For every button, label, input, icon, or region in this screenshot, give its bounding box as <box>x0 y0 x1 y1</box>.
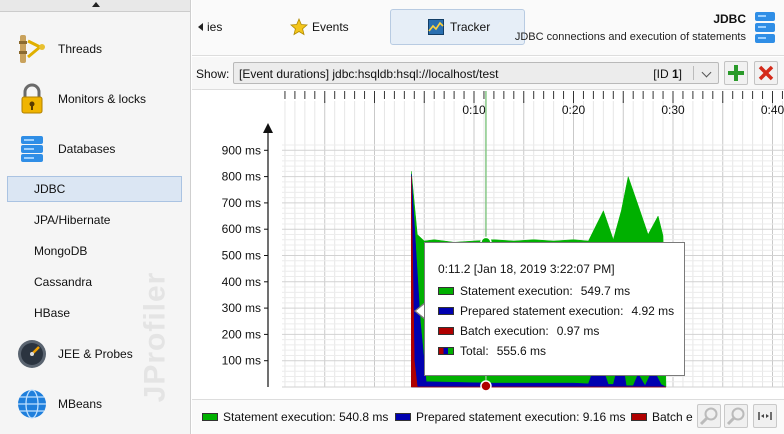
select-separator <box>693 66 694 80</box>
chart-legend: Statement execution: 540.8 ms Prepared s… <box>192 399 784 434</box>
chart-tooltip: 0:11.2 [Jan 18, 2019 3:22:07 PM] Stateme… <box>424 242 685 376</box>
tooltip-row-name: Statement execution: <box>460 284 573 298</box>
y-tick-label: 300 ms <box>222 301 261 315</box>
y-tick-label: 100 ms <box>222 354 261 368</box>
time-tick-label: 0:10 <box>462 103 486 117</box>
probe-select-id: [ID 1] <box>653 67 682 81</box>
tab-label: Tracker <box>450 20 491 34</box>
legend-item-prepared: Prepared statement execution: 9.16 ms <box>395 410 625 424</box>
delete-icon <box>758 65 774 81</box>
tab-label: ies <box>207 20 223 34</box>
probe-select-value: [Event durations] jdbc:hsqldb:hsql://loc… <box>239 67 499 81</box>
tooltip-row-name: Total: <box>460 344 489 358</box>
sidebar-item-label: Threads <box>58 42 103 56</box>
legend-swatch <box>631 413 647 421</box>
sidebar-item-label: JPA/Hibernate <box>34 213 111 227</box>
tab-events[interactable]: Events <box>290 9 349 45</box>
legend-label: Batch e <box>652 410 693 424</box>
legend-item-statement: Statement execution: 540.8 ms <box>202 410 388 424</box>
show-toolbar: Show: [Event durations] jdbc:hsqldb:hsql… <box>192 57 784 90</box>
tooltip-time: 0:11.2 [Jan 18, 2019 3:22:07 PM] <box>438 262 615 276</box>
legend-label: Prepared statement execution: 9.16 ms <box>416 410 626 424</box>
y-tick-label: 800 ms <box>222 170 261 184</box>
jprofiler-watermark: JProfiler <box>138 271 172 403</box>
scroll-up-icon[interactable] <box>92 2 100 7</box>
tooltip-row-total: Total: 555.6 ms <box>438 343 546 359</box>
sidebar-item-jdbc[interactable]: JDBC <box>7 176 182 202</box>
y-tick-label: 200 ms <box>222 327 261 341</box>
plus-icon <box>728 65 744 81</box>
tab-label: Events <box>312 20 349 34</box>
sidebar-item-label: HBase <box>34 306 71 320</box>
tracker-icon <box>428 19 444 35</box>
y-tick-label: 700 ms <box>222 196 261 210</box>
y-tick-label: 900 ms <box>222 143 261 157</box>
add-button[interactable] <box>724 61 748 85</box>
tooltip-row-prepared: Prepared statement execution: 4.92 ms <box>438 303 674 319</box>
y-tick-label: 500 ms <box>222 249 261 263</box>
sidebar: Threads Monitors & locks Databases JDBC … <box>0 0 191 434</box>
tooltip-row-value: 4.92 ms <box>631 304 675 318</box>
lock-icon <box>16 83 48 115</box>
tooltip-row-value: 555.6 ms <box>496 344 547 358</box>
sidebar-item-jpa-hibernate[interactable]: JPA/Hibernate <box>0 207 190 233</box>
tooltip-row-value: 549.7 ms <box>580 284 631 298</box>
sidebar-scroll-top[interactable] <box>0 0 190 12</box>
sidebar-item-label: Databases <box>58 142 116 156</box>
sidebar-item-monitors[interactable]: Monitors & locks <box>0 77 190 121</box>
sidebar-item-label: Monitors & locks <box>58 92 147 106</box>
sidebar-item-label: JEE & Probes <box>58 347 133 361</box>
time-tick-label: 0:40 <box>761 103 784 117</box>
legend-swatch <box>395 413 411 421</box>
sidebar-item-label: Cassandra <box>34 275 93 289</box>
cursor-marker-batch <box>480 380 492 392</box>
y-tick-label: 400 ms <box>222 275 261 289</box>
legend-swatch <box>438 327 454 335</box>
legend-swatch <box>202 413 218 421</box>
sidebar-item-threads[interactable]: Threads <box>0 27 190 71</box>
zoom-out-button[interactable] <box>724 404 748 428</box>
tooltip-row-statement: Statement execution: 549.7 ms <box>438 283 630 299</box>
sidebar-item-label: MongoDB <box>34 244 88 258</box>
time-tick-label: 0:30 <box>661 103 685 117</box>
database-icon <box>16 133 48 165</box>
tab-tracker[interactable]: Tracker <box>390 9 525 45</box>
fit-width-icon <box>758 412 772 420</box>
globe-icon <box>16 388 48 420</box>
tooltip-row-name: Batch execution: <box>460 324 549 338</box>
legend-label: Statement execution: 540.8 ms <box>223 410 389 424</box>
zoom-in-icon <box>699 407 718 426</box>
zoom-in-button[interactable] <box>697 404 721 428</box>
gauge-icon <box>16 338 48 370</box>
view-tabs: ies Events Tracker JDBC JDBC connections… <box>192 0 784 56</box>
star-icon <box>290 18 308 36</box>
sidebar-item-databases[interactable]: Databases <box>0 127 190 171</box>
y-axis-arrow <box>263 123 273 133</box>
sidebar-item-label: MBeans <box>58 397 103 411</box>
tooltip-row-batch: Batch execution: 0.97 ms <box>438 323 599 339</box>
view-title: JDBC <box>713 12 746 26</box>
remove-button[interactable] <box>754 61 778 85</box>
chevron-down-icon[interactable] <box>701 67 712 78</box>
view-description: JDBC connections and execution of statem… <box>514 31 746 43</box>
zoom-out-icon <box>726 407 745 426</box>
tooltip-row-name: Prepared statement execution: <box>460 304 624 318</box>
legend-swatch <box>438 307 454 315</box>
tab-previous[interactable]: ies <box>198 9 222 45</box>
y-tick-label: 600 ms <box>222 222 261 236</box>
database-icon <box>754 12 776 47</box>
legend-item-batch: Batch e <box>631 410 693 424</box>
threads-icon <box>16 33 48 65</box>
fit-button[interactable] <box>753 404 777 428</box>
legend-swatch <box>438 347 454 355</box>
caret-left-icon <box>198 23 203 31</box>
time-tick-label: 0:20 <box>562 103 586 117</box>
tooltip-row-value: 0.97 ms <box>556 324 600 338</box>
show-label: Show: <box>196 67 230 81</box>
legend-swatch <box>438 287 454 295</box>
probe-select[interactable]: [Event durations] jdbc:hsqldb:hsql://loc… <box>233 62 719 84</box>
sidebar-item-label: JDBC <box>34 182 66 196</box>
